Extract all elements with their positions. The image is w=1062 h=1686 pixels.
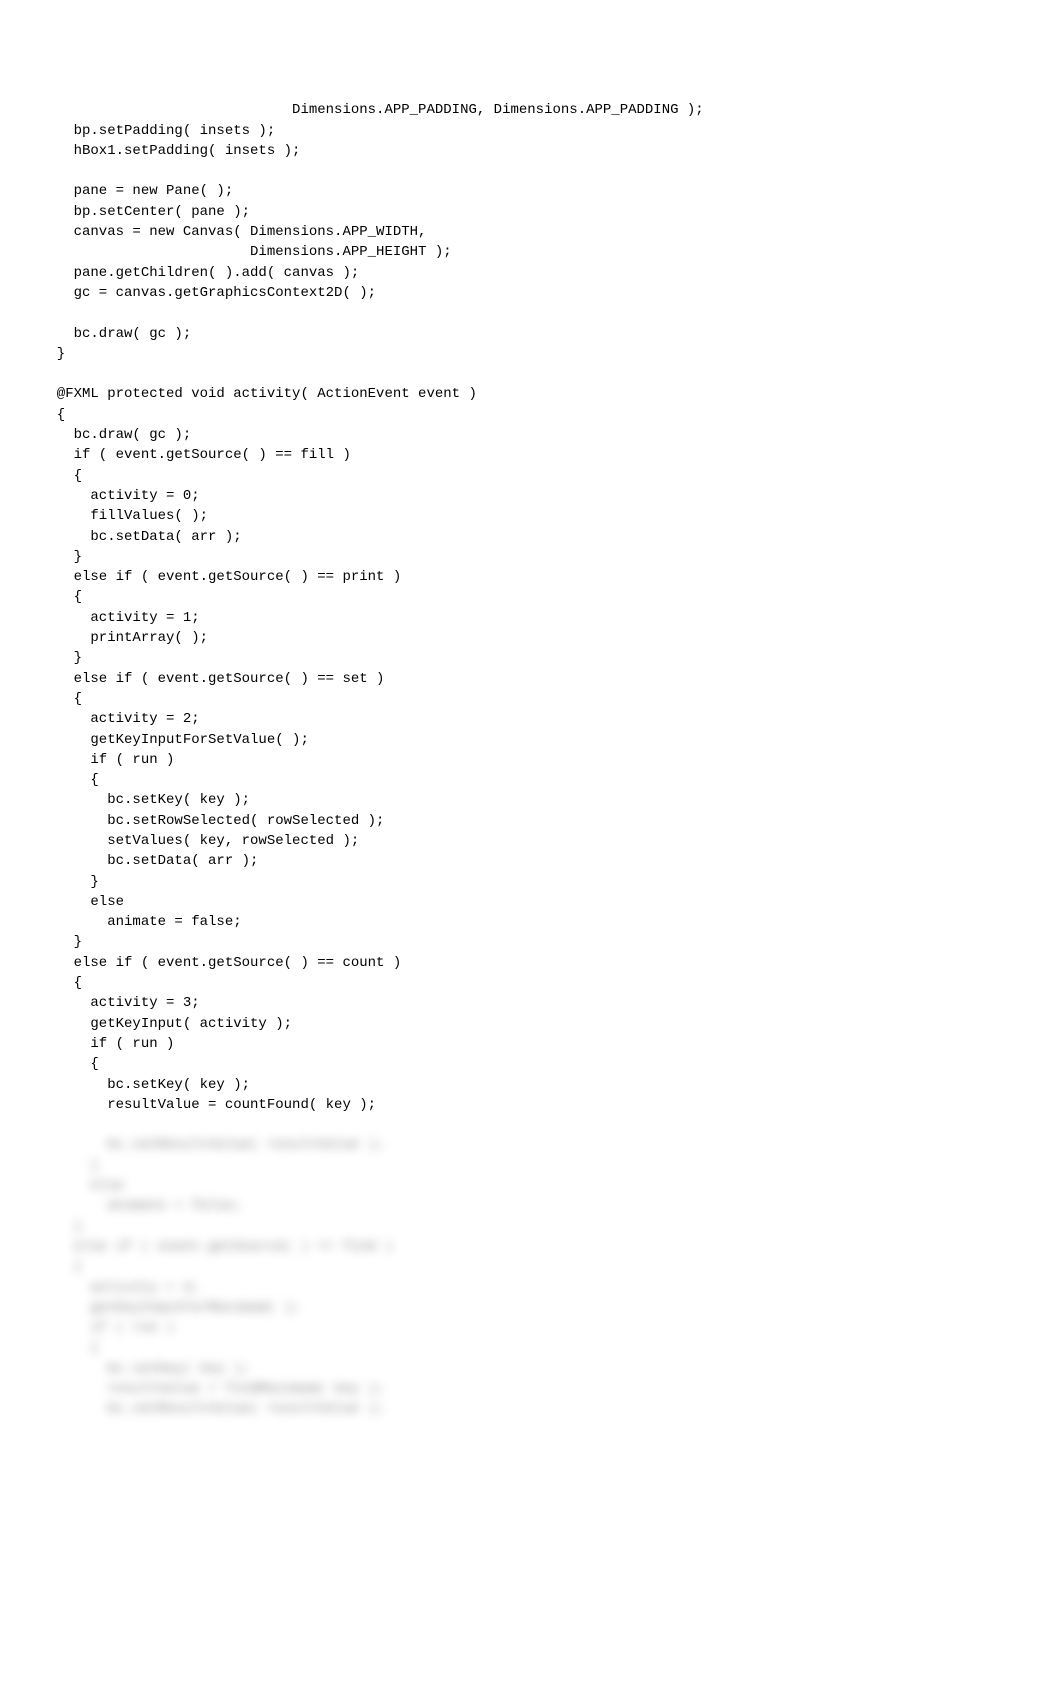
code-line: else if ( event.getSource( ) == print ) [40, 567, 1022, 587]
code-line: fillValues( ); [40, 506, 1022, 526]
code-line: { [40, 587, 1022, 607]
code-line: printArray( ); [40, 628, 1022, 648]
code-line: resultValue = countFound( key ); [40, 1095, 1022, 1115]
code-line [40, 161, 1022, 181]
code-line: bc.setData( arr ); [40, 527, 1022, 547]
code-line: bc.setKey( key ); [40, 1075, 1022, 1095]
code-line: bc.setRowSelected( rowSelected ); [40, 811, 1022, 831]
code-line: if ( run ) [40, 1034, 1022, 1054]
code-line [40, 364, 1022, 384]
code-line: Dimensions.APP_PADDING, Dimensions.APP_P… [40, 100, 1022, 120]
code-line: @FXML protected void activity( ActionEve… [40, 384, 1022, 404]
code-line: activity = 1; [40, 608, 1022, 628]
code-line: pane = new Pane( ); [40, 181, 1022, 201]
code-line: bc.draw( gc ); [40, 324, 1022, 344]
blurred-code-line: } [40, 1156, 1022, 1176]
code-line: } [40, 344, 1022, 364]
code-line: { [40, 689, 1022, 709]
code-line: canvas = new Canvas( Dimensions.APP_WIDT… [40, 222, 1022, 242]
code-line: Dimensions.APP_HEIGHT ); [40, 242, 1022, 262]
code-line: bp.setCenter( pane ); [40, 202, 1022, 222]
blurred-code-line: bc.setResultValue( resultValue ); [40, 1135, 1022, 1155]
code-line: else if ( event.getSource( ) == count ) [40, 953, 1022, 973]
code-block: Dimensions.APP_PADDING, Dimensions.APP_P… [40, 100, 1022, 1115]
blurred-code-line: } [40, 1217, 1022, 1237]
code-line: } [40, 932, 1022, 952]
code-line [40, 303, 1022, 323]
code-line: { [40, 770, 1022, 790]
code-line: if ( run ) [40, 750, 1022, 770]
code-line: bc.setKey( key ); [40, 790, 1022, 810]
code-line: getKeyInput( activity ); [40, 1014, 1022, 1034]
code-document: Dimensions.APP_PADDING, Dimensions.APP_P… [0, 0, 1062, 1480]
code-line: getKeyInputForSetValue( ); [40, 730, 1022, 750]
code-line: activity = 0; [40, 486, 1022, 506]
code-line: bc.draw( gc ); [40, 425, 1022, 445]
blurred-code-line: else if ( event.getSource( ) == find ) [40, 1237, 1022, 1257]
code-line: if ( event.getSource( ) == fill ) [40, 445, 1022, 465]
code-line: hBox1.setPadding( insets ); [40, 141, 1022, 161]
blurred-code-line: else [40, 1176, 1022, 1196]
blurred-code-line: { [40, 1338, 1022, 1358]
blurred-code-line: animate = false; [40, 1196, 1022, 1216]
blurred-code-line: bc.setResultValue( resultValue ); [40, 1399, 1022, 1419]
code-line: activity = 2; [40, 709, 1022, 729]
code-line: pane.getChildren( ).add( canvas ); [40, 263, 1022, 283]
blurred-code-block: bc.setResultValue( resultValue ); } else… [40, 1135, 1022, 1419]
code-line: { [40, 973, 1022, 993]
code-line: } [40, 648, 1022, 668]
code-line: setValues( key, rowSelected ); [40, 831, 1022, 851]
blurred-code-line: { [40, 1257, 1022, 1277]
blurred-code-line: activity = 4; [40, 1278, 1022, 1298]
blurred-code-line: bc.setKey( key ); [40, 1359, 1022, 1379]
code-line: else if ( event.getSource( ) == set ) [40, 669, 1022, 689]
code-line: else [40, 892, 1022, 912]
code-line: { [40, 466, 1022, 486]
code-line: animate = false; [40, 912, 1022, 932]
blurred-code-line: resultValue = findMaximum( key ); [40, 1379, 1022, 1399]
code-line: gc = canvas.getGraphicsContext2D( ); [40, 283, 1022, 303]
code-line: bp.setPadding( insets ); [40, 121, 1022, 141]
code-line: { [40, 1054, 1022, 1074]
code-line: } [40, 872, 1022, 892]
blurred-code-line: getKeyInputForMaximum( ); [40, 1298, 1022, 1318]
code-line: activity = 3; [40, 993, 1022, 1013]
code-line: { [40, 405, 1022, 425]
blurred-code-line: if ( run ) [40, 1318, 1022, 1338]
code-line: } [40, 547, 1022, 567]
code-line: bc.setData( arr ); [40, 851, 1022, 871]
